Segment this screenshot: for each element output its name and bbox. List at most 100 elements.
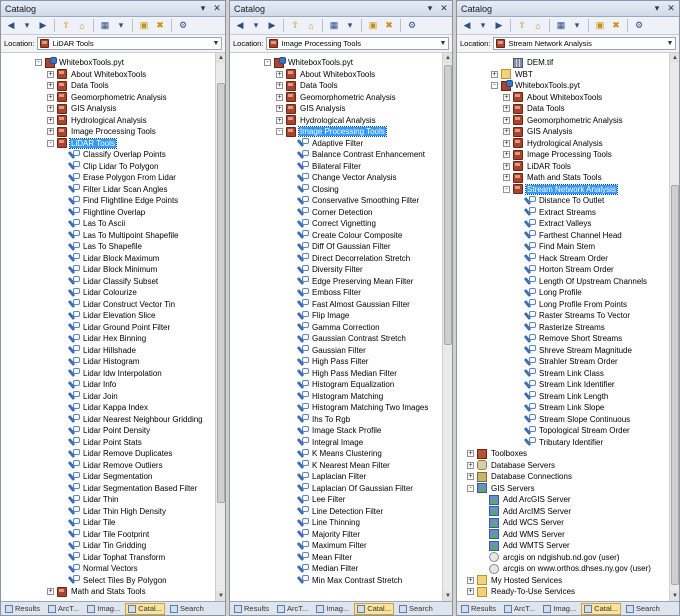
tree-item[interactable]: Lidar Block Minimum bbox=[59, 264, 158, 276]
tree-item[interactable]: Corner Detection bbox=[288, 207, 373, 219]
tree-item[interactable]: Histogram Matching bbox=[288, 391, 384, 403]
options-icon[interactable]: ⚙ bbox=[632, 19, 646, 33]
tree-item[interactable]: Gaussian Contrast Stretch bbox=[288, 333, 407, 345]
expand-icon[interactable]: + bbox=[276, 82, 283, 90]
tree-item[interactable]: + Geomorphometric Analysis bbox=[503, 115, 624, 127]
tree-item[interactable]: Gamma Correction bbox=[288, 322, 381, 334]
tree-item[interactable]: Distance To Outlet bbox=[515, 195, 605, 207]
expand-icon[interactable]: + bbox=[467, 588, 474, 596]
tab-results[interactable]: Results bbox=[231, 603, 272, 615]
chevron-down-icon[interactable]: ▼ bbox=[211, 40, 221, 47]
tree-item[interactable]: Lidar Colourize bbox=[59, 287, 138, 299]
tree-item[interactable]: Stream Link Length bbox=[515, 391, 609, 403]
close-icon[interactable]: ✕ bbox=[665, 3, 677, 14]
tree-item[interactable]: arcgis on ndgishub.nd.gov (user) bbox=[479, 552, 621, 564]
tree-item[interactable]: + My Hosted Services bbox=[467, 575, 563, 587]
toggle-contents-icon[interactable]: ▦ bbox=[98, 19, 112, 33]
tree-item[interactable]: Find Main Stem bbox=[515, 241, 596, 253]
tree-item[interactable]: Line Thinning bbox=[288, 517, 361, 529]
expand-icon[interactable]: + bbox=[276, 70, 283, 78]
tree-item[interactable]: Diversity Filter bbox=[288, 264, 364, 276]
tree-item[interactable]: Laplacian Filter bbox=[288, 471, 367, 483]
tree-item[interactable]: Lidar Histogram bbox=[59, 356, 140, 368]
tree-item[interactable]: Closing bbox=[288, 184, 340, 196]
tab-imag[interactable]: Imag... bbox=[313, 603, 352, 615]
tab-arct[interactable]: ArcT... bbox=[274, 603, 311, 615]
tree-item[interactable]: Normal Vectors bbox=[59, 563, 139, 575]
forward-arrow-icon[interactable]: ▶ bbox=[265, 19, 279, 33]
tree-item[interactable]: Long Profile From Points bbox=[515, 299, 628, 311]
dropdown-icon[interactable]: ▾ bbox=[249, 19, 263, 33]
scroll-up-icon[interactable]: ▲ bbox=[443, 53, 452, 63]
tree-item[interactable]: Lidar Elevation Slice bbox=[59, 310, 156, 322]
tree-item[interactable]: Majority Filter bbox=[288, 529, 361, 541]
tree-item[interactable]: Add ArcIMS Server bbox=[479, 506, 572, 518]
tree-item[interactable]: Adaptive Filter bbox=[288, 138, 364, 150]
tree-item[interactable]: High Pass Filter bbox=[288, 356, 369, 368]
tree-item[interactable]: Gaussian Filter bbox=[288, 345, 367, 357]
tree-item[interactable]: Lidar Tophat Transform bbox=[59, 552, 166, 564]
tree-item[interactable]: Shreve Stream Magnitude bbox=[515, 345, 633, 357]
tree-item[interactable]: Las To Shapefile bbox=[59, 241, 143, 253]
tree-item[interactable]: + Ready-To-Use Services bbox=[467, 586, 576, 598]
expand-icon[interactable]: + bbox=[503, 162, 510, 170]
views-dropdown-icon[interactable]: ▾ bbox=[570, 19, 584, 33]
options-icon[interactable]: ⚙ bbox=[176, 19, 190, 33]
collapse-icon[interactable]: - bbox=[503, 185, 510, 193]
tree-item[interactable]: + About WhiteboxTools bbox=[503, 92, 603, 104]
tree-item[interactable]: Emboss Filter bbox=[288, 287, 362, 299]
tree-item[interactable]: + Data Tools bbox=[47, 80, 110, 92]
scroll-thumb[interactable] bbox=[444, 65, 452, 345]
tree-item[interactable]: - Image Processing Tools bbox=[276, 126, 387, 138]
expand-icon[interactable]: + bbox=[503, 116, 510, 124]
tree-item[interactable]: DEM.tif bbox=[503, 57, 554, 69]
tree-item[interactable]: Add WCS Server bbox=[479, 517, 565, 529]
expand-icon[interactable]: + bbox=[47, 70, 54, 78]
tree-item[interactable]: High Pass Median Filter bbox=[288, 368, 398, 380]
tab-catal[interactable]: Catal... bbox=[125, 602, 165, 615]
scroll-thumb[interactable] bbox=[217, 83, 225, 503]
tree-item[interactable]: - WhiteboxTools.pyt bbox=[264, 56, 354, 69]
tree-item[interactable]: + Geomorphometric Analysis bbox=[47, 92, 168, 104]
location-dropdown[interactable]: Image Processing Tools ▼ bbox=[266, 37, 449, 50]
scroll-up-icon[interactable]: ▲ bbox=[216, 53, 225, 63]
collapse-icon[interactable]: - bbox=[47, 139, 54, 147]
tree-item[interactable]: Lidar Segmentation bbox=[59, 471, 153, 483]
tree-item[interactable]: Edge Preserving Mean Filter bbox=[288, 276, 414, 288]
tab-results[interactable]: Results bbox=[458, 603, 499, 615]
dropdown-icon[interactable]: ▾ bbox=[20, 19, 34, 33]
tree-item[interactable]: Conservative Smoothing Filter bbox=[288, 195, 420, 207]
tree-item[interactable]: Lidar Hex Binning bbox=[59, 333, 147, 345]
tree-item[interactable]: Lidar Tin Gridding bbox=[59, 540, 147, 552]
tree-item[interactable]: arcgis on www.orthos.dhses.ny.gov (user) bbox=[479, 563, 652, 575]
tree-item[interactable]: Lidar Thin bbox=[59, 494, 119, 506]
tree-item[interactable]: Line Detection Filter bbox=[288, 506, 384, 518]
tree-item[interactable]: + About WhiteboxTools bbox=[276, 69, 376, 81]
tree-item[interactable]: Remove Short Streams bbox=[515, 333, 623, 345]
tree-item[interactable]: Extract Valleys bbox=[515, 218, 592, 230]
tree-item[interactable]: Rasterize Streams bbox=[515, 322, 606, 334]
scroll-down-icon[interactable]: ▼ bbox=[216, 591, 225, 601]
expand-icon[interactable]: + bbox=[467, 450, 474, 458]
tree-item[interactable]: + LiDAR Tools bbox=[503, 161, 572, 173]
tab-search[interactable]: Search bbox=[623, 603, 663, 615]
tree-item[interactable]: - WhiteboxTools.pyt bbox=[35, 56, 125, 69]
vertical-scrollbar[interactable]: ▲ ▼ bbox=[442, 53, 452, 601]
tree-item[interactable]: Las To Multipoint Shapefile bbox=[59, 230, 179, 242]
tree-item[interactable]: Filter Lidar Scan Angles bbox=[59, 184, 169, 196]
expand-icon[interactable]: + bbox=[47, 105, 54, 113]
tree-item[interactable]: Find Flightline Edge Points bbox=[59, 195, 179, 207]
tree-item[interactable]: Mean Filter bbox=[288, 552, 353, 564]
tab-results[interactable]: Results bbox=[2, 603, 43, 615]
tree-item[interactable]: Image Stack Profile bbox=[288, 425, 382, 437]
close-icon[interactable]: ✕ bbox=[211, 3, 223, 14]
toggle-contents-icon[interactable]: ▦ bbox=[327, 19, 341, 33]
home-icon[interactable]: ⌂ bbox=[75, 19, 89, 33]
expand-icon[interactable]: + bbox=[47, 128, 54, 136]
expand-icon[interactable]: + bbox=[503, 151, 510, 159]
tree-item[interactable]: + WBT bbox=[491, 69, 534, 81]
up-one-level-icon[interactable]: ⇧ bbox=[288, 19, 302, 33]
tree-item[interactable]: Add WMTS Server bbox=[479, 540, 571, 552]
scroll-down-icon[interactable]: ▼ bbox=[670, 591, 679, 601]
tree-item[interactable]: Lidar Idw Interpolation bbox=[59, 368, 163, 380]
